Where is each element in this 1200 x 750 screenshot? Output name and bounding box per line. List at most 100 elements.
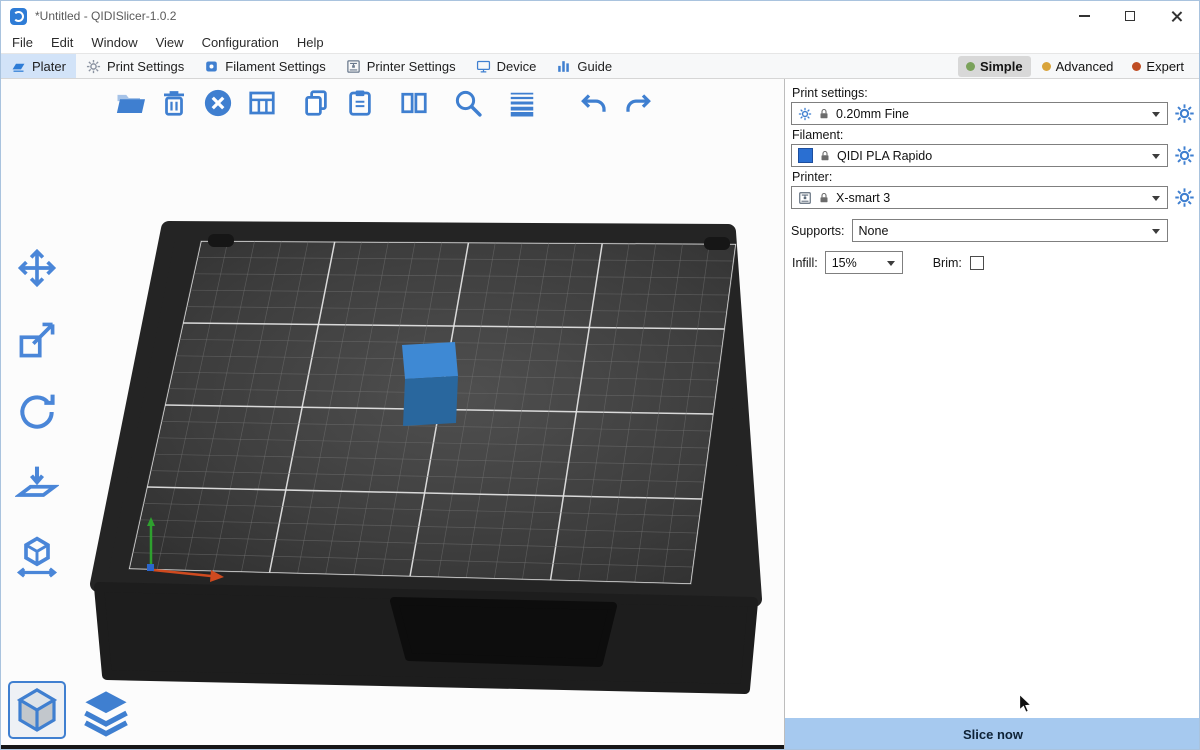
delete-all-button[interactable] bbox=[201, 86, 235, 120]
tab-filament-settings[interactable]: Filament Settings bbox=[194, 54, 335, 78]
mouse-cursor bbox=[1015, 693, 1037, 715]
lock-icon bbox=[818, 192, 830, 204]
folder-open-icon bbox=[115, 88, 145, 118]
print-settings-label: Print settings: bbox=[792, 86, 1195, 100]
window-controls bbox=[1061, 1, 1199, 31]
filament-spool-icon bbox=[204, 59, 219, 74]
delete-button[interactable] bbox=[157, 86, 191, 120]
close-button[interactable] bbox=[1153, 1, 1199, 31]
mode-expert-label: Expert bbox=[1146, 59, 1184, 74]
model-cube-front-face[interactable] bbox=[403, 376, 458, 426]
main-area: Print settings: 0.20mm Fine Filament: QI… bbox=[1, 79, 1200, 750]
printer-icon bbox=[346, 59, 361, 74]
scale-arrow-icon bbox=[15, 318, 59, 362]
viewport-bottom-strip bbox=[1, 745, 784, 750]
scale-to-fit-button[interactable] bbox=[11, 532, 63, 580]
menu-window[interactable]: Window bbox=[82, 35, 146, 50]
filament-gear-button[interactable] bbox=[1174, 145, 1195, 166]
redo-button[interactable] bbox=[621, 86, 655, 120]
tab-guide-label: Guide bbox=[577, 59, 612, 74]
scale-tool-button[interactable] bbox=[11, 316, 63, 364]
tab-printer-settings[interactable]: Printer Settings bbox=[336, 54, 466, 78]
view-preview-button[interactable] bbox=[78, 685, 134, 739]
view-3d-button[interactable] bbox=[8, 681, 66, 739]
variable-layer-height-button[interactable] bbox=[505, 86, 539, 120]
filament-dropdown[interactable]: QIDI PLA Rapido bbox=[791, 144, 1168, 167]
menu-help[interactable]: Help bbox=[288, 35, 333, 50]
supports-dropdown[interactable]: None bbox=[852, 219, 1168, 242]
infill-dropdown[interactable]: 15% bbox=[825, 251, 903, 274]
tab-plater-label: Plater bbox=[32, 59, 66, 74]
print-settings-dropdown[interactable]: 0.20mm Fine bbox=[791, 102, 1168, 125]
menu-configuration[interactable]: Configuration bbox=[193, 35, 288, 50]
circle-x-icon bbox=[203, 88, 233, 118]
menu-edit[interactable]: Edit bbox=[42, 35, 82, 50]
mode-expert[interactable]: Expert bbox=[1124, 56, 1192, 77]
maximize-button[interactable] bbox=[1107, 1, 1153, 31]
stacked-layers-icon bbox=[80, 686, 132, 738]
print-settings-gear-button[interactable] bbox=[1174, 103, 1195, 124]
tab-filament-settings-label: Filament Settings bbox=[225, 59, 325, 74]
search-button[interactable] bbox=[451, 86, 485, 120]
supports-label: Supports: bbox=[791, 224, 845, 238]
tab-guide[interactable]: Guide bbox=[546, 54, 622, 78]
viewport-toolbar bbox=[113, 86, 665, 120]
tab-device-label: Device bbox=[497, 59, 537, 74]
z-axis-origin-marker bbox=[147, 564, 154, 571]
gear-icon bbox=[798, 107, 812, 121]
tray-handle-recess bbox=[394, 601, 613, 663]
move-tool-button[interactable] bbox=[11, 244, 63, 292]
gear-icon bbox=[1174, 187, 1195, 208]
chevron-down-icon bbox=[1152, 154, 1160, 159]
close-icon bbox=[1170, 10, 1183, 23]
paste-button[interactable] bbox=[343, 86, 377, 120]
minimize-button[interactable] bbox=[1061, 1, 1107, 31]
model-cube-top-face[interactable] bbox=[402, 342, 458, 379]
redo-arrow-icon bbox=[623, 88, 653, 118]
rotate-tool-button[interactable] bbox=[11, 388, 63, 436]
plater-icon bbox=[11, 59, 26, 74]
3d-viewport[interactable] bbox=[1, 79, 784, 750]
place-on-face-button[interactable] bbox=[11, 460, 63, 508]
simple-mode-dot-icon bbox=[966, 62, 975, 71]
arrange-button[interactable] bbox=[245, 86, 279, 120]
mode-simple-label: Simple bbox=[980, 59, 1023, 74]
device-monitor-icon bbox=[476, 59, 491, 74]
copy-button[interactable] bbox=[299, 86, 333, 120]
printer-gear-button[interactable] bbox=[1174, 187, 1195, 208]
slice-now-button[interactable]: Slice now bbox=[785, 718, 1200, 750]
tab-device[interactable]: Device bbox=[466, 54, 547, 78]
mode-advanced-label: Advanced bbox=[1056, 59, 1114, 74]
menu-view[interactable]: View bbox=[147, 35, 193, 50]
bed-clip-right bbox=[704, 237, 730, 250]
mode-advanced[interactable]: Advanced bbox=[1034, 56, 1122, 77]
menu-file[interactable]: File bbox=[3, 35, 42, 50]
brim-checkbox[interactable] bbox=[970, 256, 984, 270]
app-window: *Untitled - QIDISlicer-1.0.2 File Edit W… bbox=[0, 0, 1200, 750]
filament-label: Filament: bbox=[792, 128, 1195, 142]
lock-icon bbox=[818, 108, 830, 120]
settings-sidebar: Print settings: 0.20mm Fine Filament: QI… bbox=[784, 79, 1200, 750]
trash-icon bbox=[159, 88, 189, 118]
open-project-button[interactable] bbox=[113, 86, 147, 120]
brim-label: Brim: bbox=[933, 256, 962, 270]
tab-print-settings[interactable]: Print Settings bbox=[76, 54, 194, 78]
printer-value: X-smart 3 bbox=[836, 191, 890, 205]
mode-simple[interactable]: Simple bbox=[958, 56, 1031, 77]
chevron-down-icon bbox=[1152, 196, 1160, 201]
gear-icon bbox=[86, 59, 101, 74]
print-settings-value: 0.20mm Fine bbox=[836, 107, 909, 121]
scene-canvas[interactable] bbox=[1, 79, 784, 750]
tab-printer-settings-label: Printer Settings bbox=[367, 59, 456, 74]
split-objects-button[interactable] bbox=[397, 86, 431, 120]
chevron-down-icon bbox=[887, 261, 895, 266]
printer-dropdown[interactable]: X-smart 3 bbox=[791, 186, 1168, 209]
app-logo-icon bbox=[10, 8, 27, 25]
cube-3d-icon bbox=[13, 686, 61, 734]
guide-bars-icon bbox=[556, 59, 571, 74]
undo-button[interactable] bbox=[577, 86, 611, 120]
tab-plater[interactable]: Plater bbox=[1, 54, 76, 78]
undo-arrow-icon bbox=[579, 88, 609, 118]
lock-icon bbox=[819, 150, 831, 162]
chevron-down-icon bbox=[1152, 229, 1160, 234]
